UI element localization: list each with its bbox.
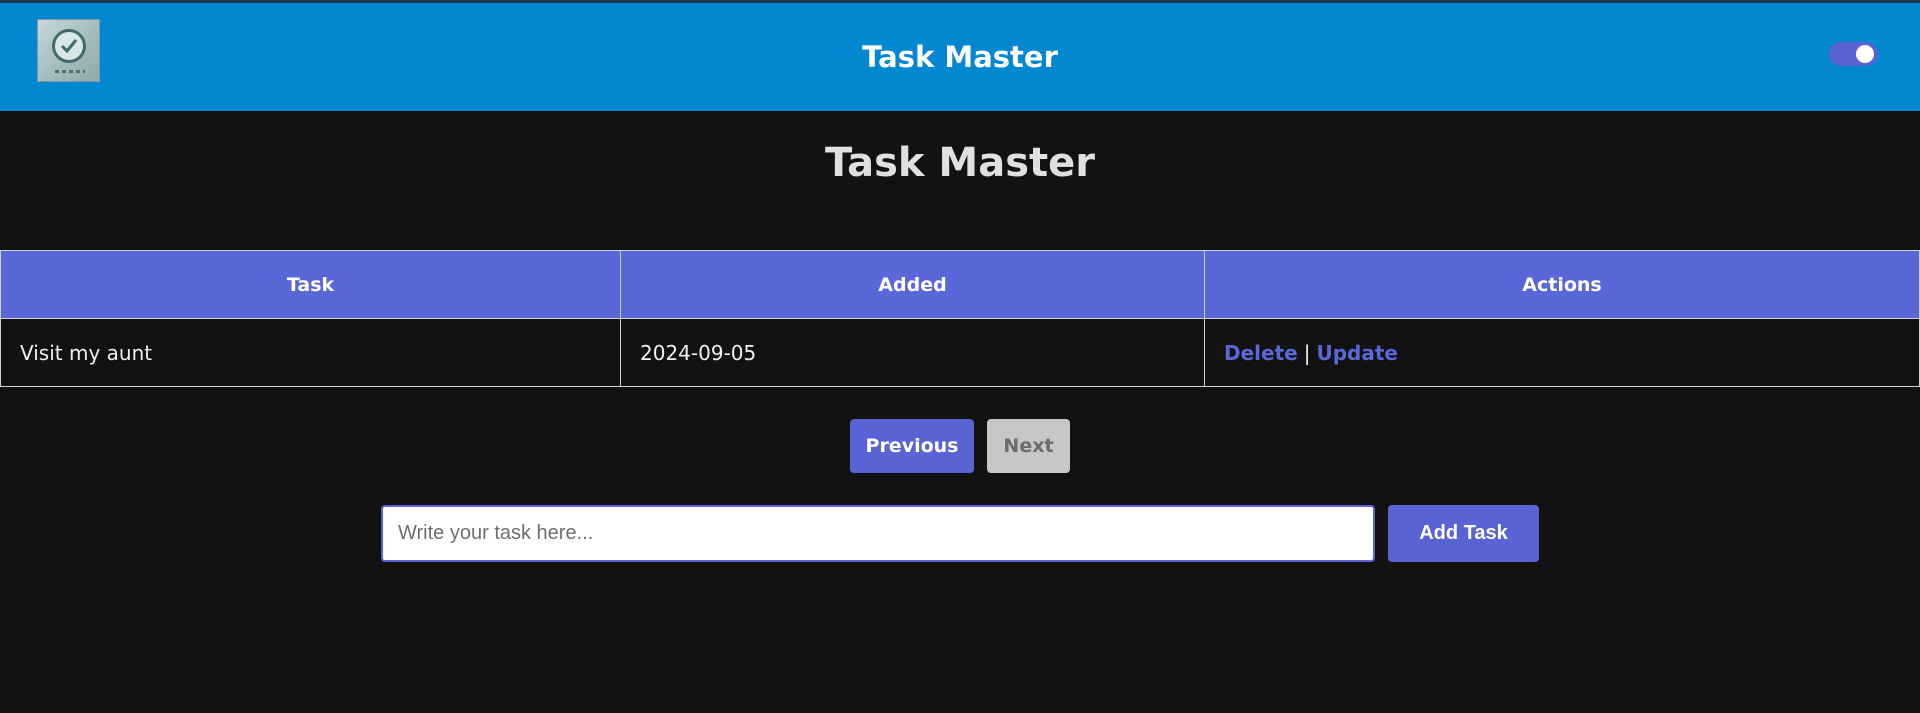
update-link[interactable]: Update (1316, 341, 1398, 365)
delete-link[interactable]: Delete (1224, 341, 1298, 365)
column-header-added: Added (620, 250, 1205, 319)
added-cell: 2024-09-05 (620, 318, 1205, 387)
column-header-task: Task (0, 250, 621, 319)
previous-button[interactable]: Previous (850, 419, 974, 473)
page-title: Task Master (824, 140, 1096, 186)
navbar-title: Task Master (862, 40, 1058, 74)
task-table: Task Added Actions Visit my aunt 2024-09… (0, 250, 1920, 387)
column-header-actions: Actions (1204, 250, 1920, 319)
table-header-row: Task Added Actions (0, 250, 1920, 319)
action-separator: | (1303, 340, 1311, 365)
toggle-knob (1856, 45, 1874, 63)
table-row: Visit my aunt 2024-09-05 Delete | Update (0, 318, 1920, 387)
theme-toggle[interactable] (1829, 42, 1878, 66)
task-input[interactable] (381, 505, 1375, 562)
task-cell: Visit my aunt (0, 318, 621, 387)
add-task-button[interactable]: Add Task (1388, 505, 1539, 562)
next-button[interactable]: Next (987, 419, 1070, 473)
actions-cell: Delete | Update (1204, 318, 1920, 387)
